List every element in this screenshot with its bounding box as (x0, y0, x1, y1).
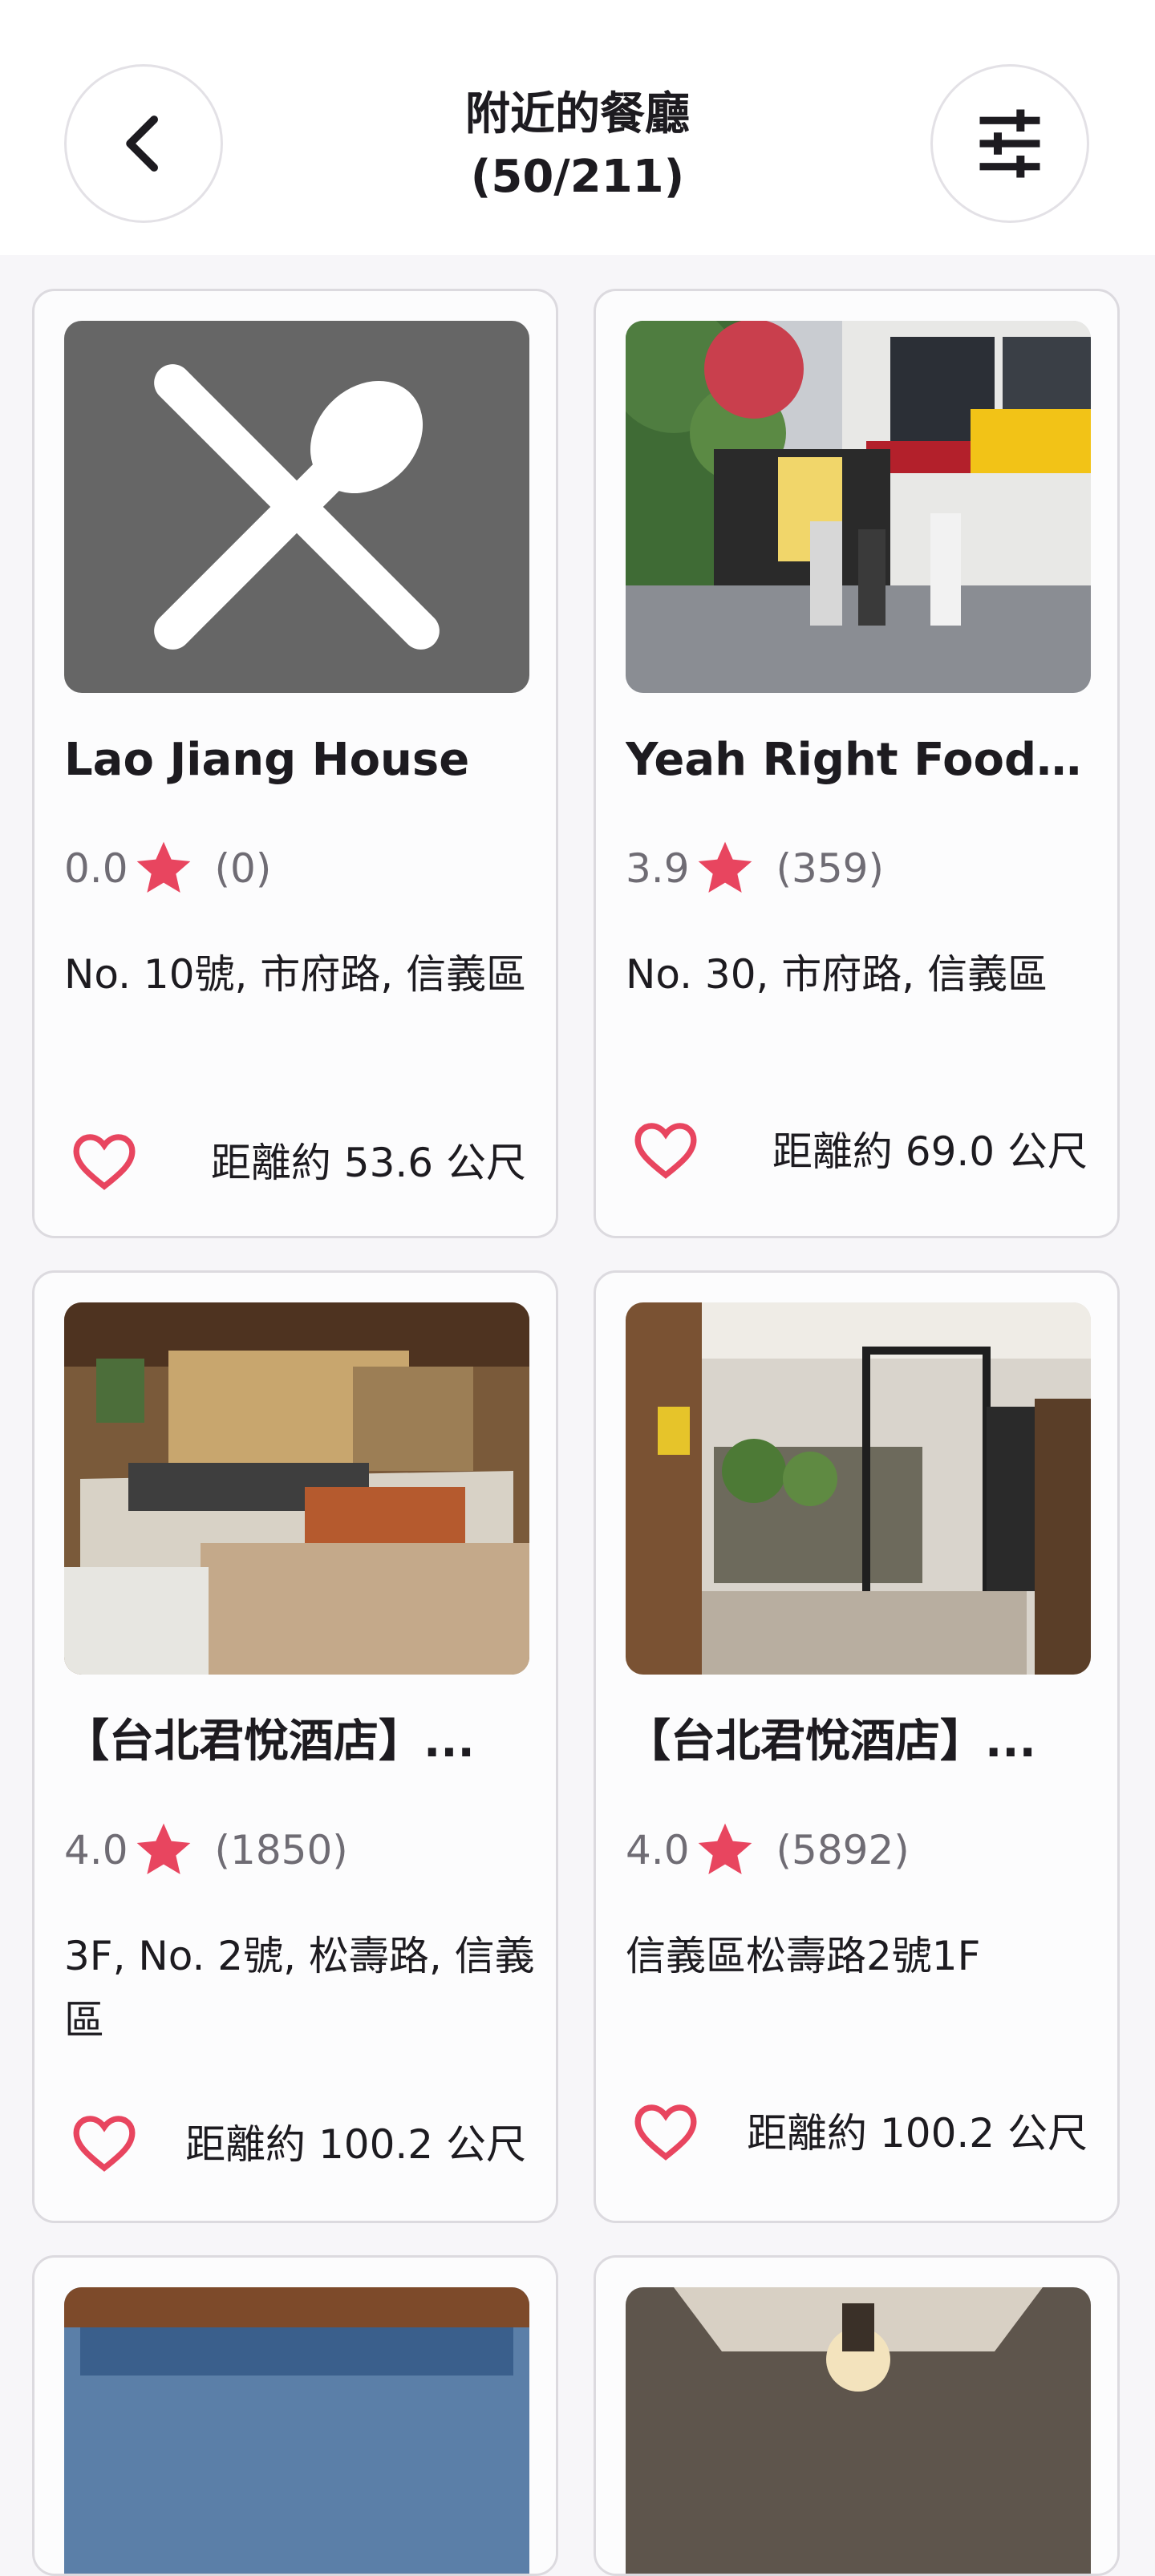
restaurant-photo (64, 2287, 529, 2574)
star-icon (132, 1818, 196, 1882)
distance-label: 距離約 100.2 公尺 (185, 2121, 526, 2168)
restaurant-photo (626, 1302, 1091, 1675)
rating-value: 3.9 (626, 845, 690, 892)
review-count: (1850) (214, 1827, 348, 1873)
restaurant-card[interactable] (32, 2255, 558, 2576)
restaurant-address: 3F, No. 2號, 松壽路, 信義區 (64, 1933, 535, 2043)
filter-button[interactable] (930, 64, 1089, 223)
rating-row: 4.0 (5892) (626, 1818, 910, 1882)
page-title: 附近的餐廳 (50/211) (321, 83, 834, 209)
favorite-button[interactable] (68, 1125, 140, 1197)
distance-label: 距離約 100.2 公尺 (747, 2110, 1088, 2157)
restaurant-address: 信義區松壽路2號1F (626, 1933, 981, 1979)
restaurant-name: Yeah Right Food T... (626, 734, 1091, 786)
star-icon (132, 836, 196, 901)
tune-sliders-icon (979, 109, 1040, 178)
restaurant-card[interactable]: Yeah Right Food T... 3.9 (359) No. 30, 市… (594, 289, 1120, 1238)
heart-outline-icon (634, 1123, 697, 1179)
restaurant-card[interactable]: Lao Jiang House 0.0 (0) No. 10號, 市府路, 信義… (32, 289, 558, 1238)
heart-outline-icon (73, 1134, 136, 1190)
rating-value: 4.0 (64, 1827, 128, 1873)
review-count: (359) (776, 845, 884, 892)
review-count: (5892) (776, 1827, 910, 1873)
restaurant-name: 【台北君悅酒店】... (626, 1715, 1036, 1768)
restaurant-image-placeholder (64, 321, 529, 693)
restaurant-name: Lao Jiang House (64, 734, 470, 786)
restaurant-card[interactable]: 【台北君悅酒店】... 4.0 (1850) 3F, No. 2號, 松壽路, … (32, 1270, 558, 2223)
star-icon (693, 836, 757, 901)
heart-outline-icon (634, 2104, 697, 2161)
chevron-left-icon (126, 115, 158, 172)
heart-outline-icon (73, 2116, 136, 2172)
back-button[interactable] (64, 64, 223, 223)
restaurant-photo (64, 1302, 529, 1675)
rating-row: 4.0 (1850) (64, 1818, 348, 1882)
favorite-button[interactable] (630, 2096, 702, 2168)
restaurant-photo (626, 2287, 1091, 2574)
rating-value: 4.0 (626, 1827, 690, 1873)
rating-value: 0.0 (64, 845, 128, 892)
page-title-line1: 附近的餐廳 (465, 88, 690, 140)
page-title-count: (50/211) (470, 151, 685, 203)
app-header: 附近的餐廳 (50/211) (0, 0, 1155, 255)
review-count: (0) (214, 845, 272, 892)
restaurant-name: 【台北君悅酒店】... (64, 1715, 475, 1768)
rating-row: 0.0 (0) (64, 836, 271, 901)
star-icon (693, 1818, 757, 1882)
rating-row: 3.9 (359) (626, 836, 884, 901)
restaurant-address: No. 30, 市府路, 信義區 (626, 951, 1048, 998)
restaurant-card[interactable]: 【台北君悅酒店】... 4.0 (5892) 信義區松壽路2號1F 距離約 10… (594, 1270, 1120, 2223)
restaurant-photo (626, 321, 1091, 693)
utensils-icon (154, 364, 440, 650)
restaurant-address: No. 10號, 市府路, 信義區 (64, 951, 527, 998)
favorite-button[interactable] (630, 1114, 702, 1186)
restaurant-card[interactable] (594, 2255, 1120, 2576)
distance-label: 距離約 69.0 公尺 (772, 1128, 1088, 1175)
distance-label: 距離約 53.6 公尺 (210, 1140, 526, 1186)
favorite-button[interactable] (68, 2107, 140, 2179)
